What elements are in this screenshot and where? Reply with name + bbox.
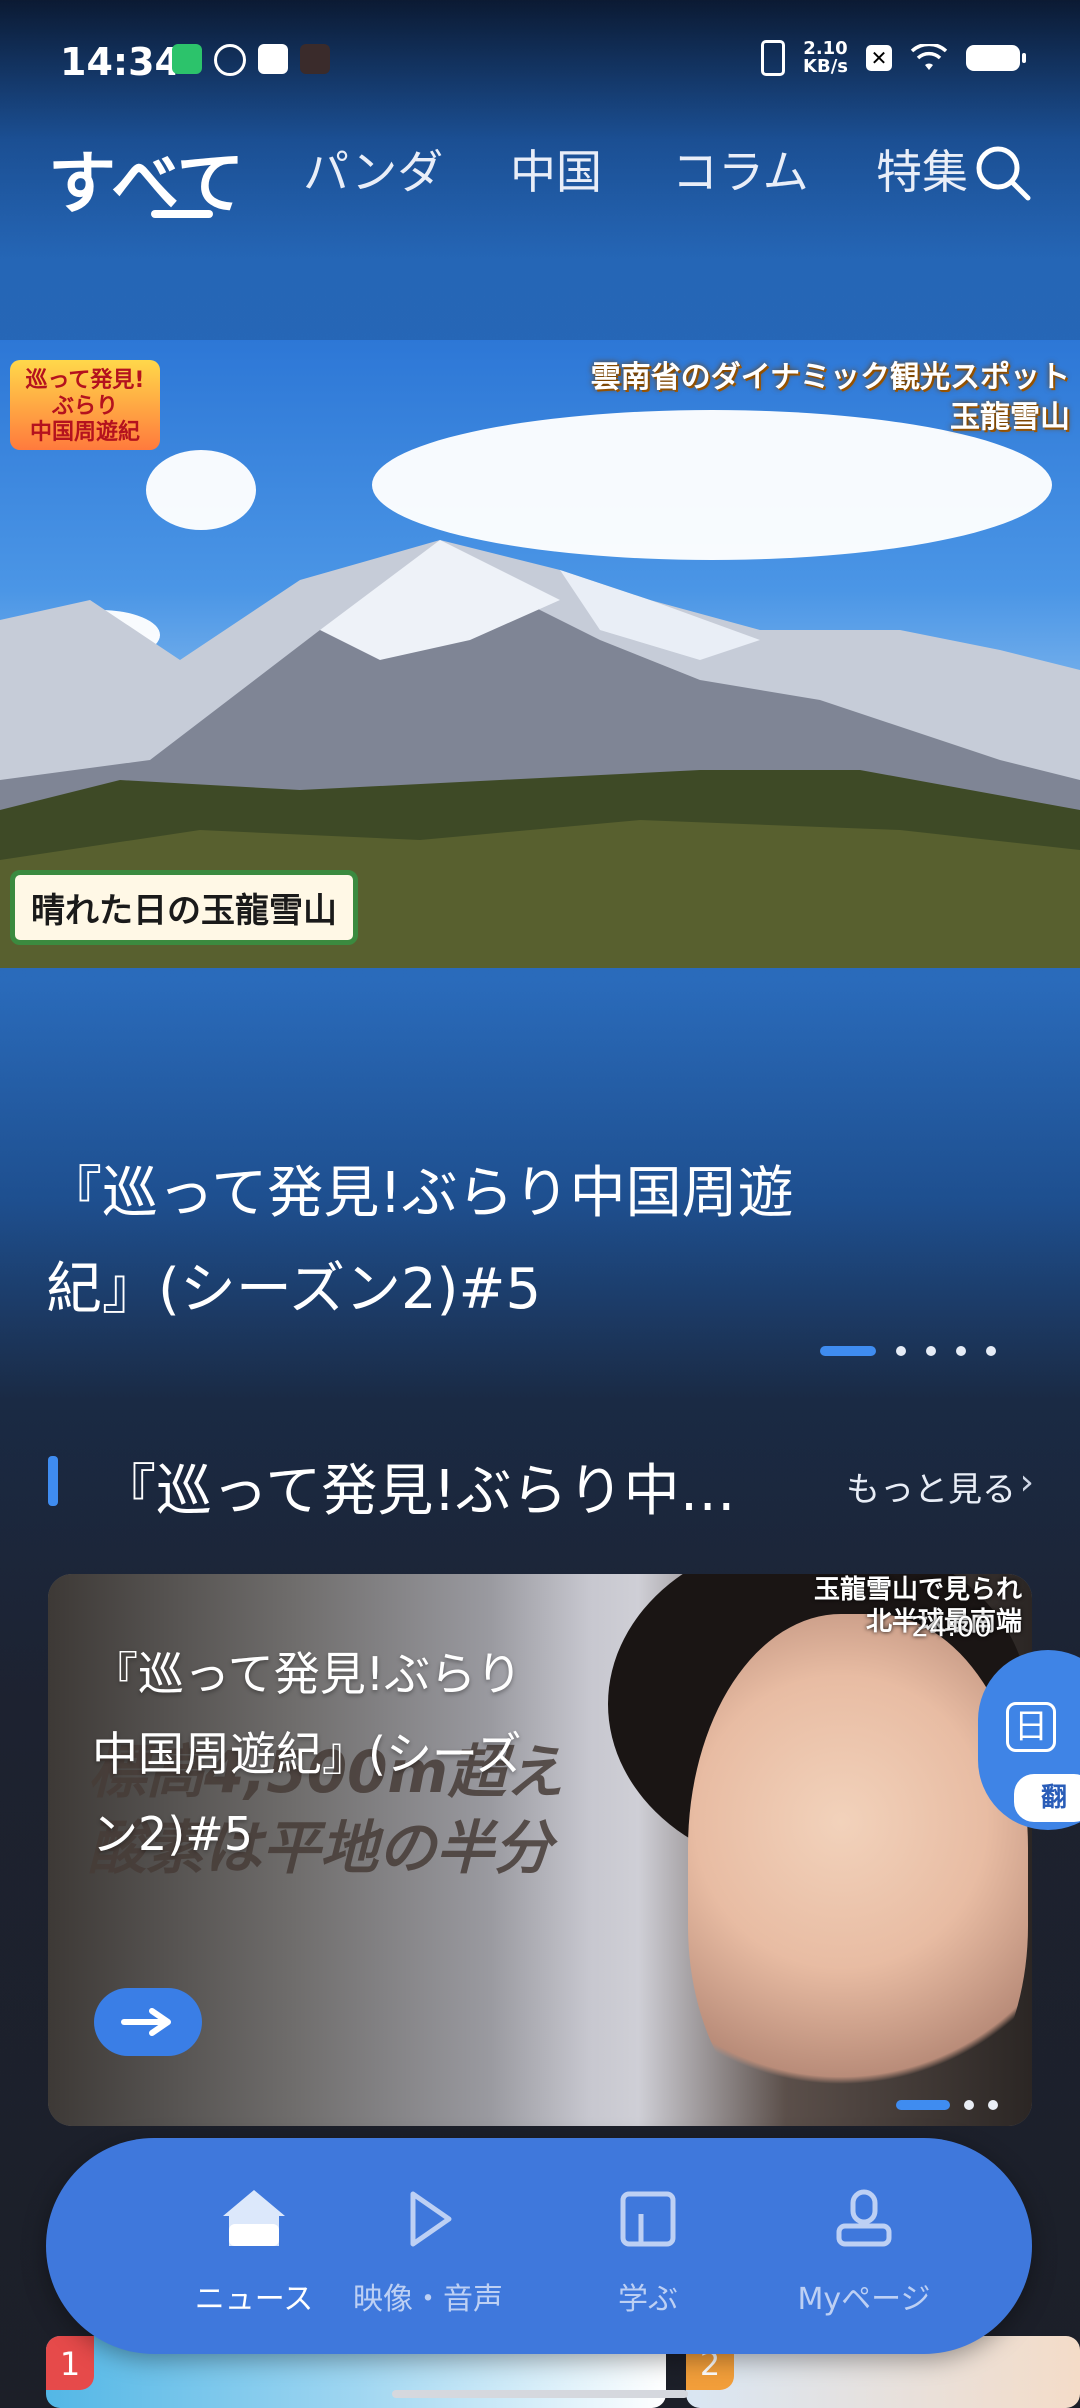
nav-mypage[interactable]: Myページ (769, 2184, 959, 2318)
nav-learn[interactable]: 学ぶ (553, 2184, 743, 2318)
wifi-icon (910, 44, 948, 70)
network-speed-unit: KB/s (803, 56, 848, 77)
pager-dot[interactable] (964, 2100, 974, 2110)
home-icon (223, 2190, 285, 2246)
thumbnail-caption-line: 玉龍雪山で見られ (813, 1575, 1022, 1605)
tab-all[interactable]: すべて (48, 128, 245, 227)
pager-dot[interactable] (926, 1346, 936, 1356)
arrow-right-icon (121, 2008, 171, 2036)
nav-news[interactable]: ニュース (159, 2184, 349, 2318)
translate-icon: 日 (1006, 1702, 1056, 1752)
nav-label: 映像・音声 (353, 2282, 503, 2317)
app-notification-icon (214, 44, 246, 76)
tab-china[interactable]: 中国 (510, 136, 602, 202)
mail-notification-icon (258, 44, 288, 74)
hero-sign: 晴れた日の玉龍雪山 (10, 870, 358, 945)
logo-line: 巡って発見! (25, 368, 145, 393)
notification-icons (172, 44, 330, 76)
app-notification-icon (300, 44, 330, 74)
tab-panda[interactable]: パンダ (303, 136, 443, 202)
battery-icon (966, 45, 1026, 71)
logo-line: 中国周遊紀 (29, 420, 140, 445)
play-arrow-button[interactable] (94, 1988, 202, 2056)
nav-media[interactable]: 映像・音声 (333, 2184, 523, 2318)
tab-special[interactable]: 特集 (876, 136, 968, 202)
home-indicator[interactable] (392, 2390, 688, 2398)
hero-title-line: 『巡って発見!ぶらり中国周遊 (46, 1161, 794, 1226)
section-title: 『巡って発見!ぶらり中… (100, 1459, 736, 1524)
card-title-line: 『巡って発見!ぶらり (92, 1647, 523, 1701)
vibrate-icon (761, 40, 786, 76)
hero-pager (820, 1346, 996, 1356)
search-icon[interactable] (974, 144, 1032, 202)
pager-dot[interactable] (986, 1346, 996, 1356)
x-status-icon: ✕ (866, 45, 892, 71)
play-icon (410, 2191, 452, 2247)
network-speed: 2.10 KB/s (803, 40, 848, 76)
nav-label: 学ぶ (618, 2282, 678, 2317)
more-link[interactable]: もっと見る (846, 1462, 1016, 1511)
card-title: 『巡って発見!ぶらり 中国周遊紀』(シーズ ン2)#5 (92, 1634, 592, 1874)
book-icon (620, 2191, 676, 2247)
logo-line: ぶらり (51, 394, 118, 419)
card-title-line: 中国周遊紀』(シーズ (92, 1727, 522, 1781)
active-tab-indicator (151, 210, 213, 218)
hero-caption: 雲南省のダイナミック観光スポット 玉龍雪山 (591, 358, 1070, 438)
status-time: 14:34 (60, 40, 181, 84)
pager-dot[interactable] (896, 1346, 906, 1356)
nav-label: Myページ (797, 2282, 931, 2317)
user-icon (836, 2189, 892, 2247)
translate-label: 翻 (1014, 1774, 1080, 1822)
pager-dot[interactable] (988, 2100, 998, 2110)
pager-dot-active[interactable] (896, 2100, 950, 2110)
category-tabs: すべて パンダ 中国 コラム 特集 (48, 136, 1028, 226)
system-icons: 2.10 KB/s ✕ (761, 40, 1026, 76)
rank-badge: 1 (46, 2336, 94, 2390)
thumbnail-shape (688, 1614, 1028, 2126)
status-bar: 14:34 2.10 KB/s ✕ (0, 0, 1080, 120)
pager-dot[interactable] (956, 1346, 966, 1356)
video-duration: 24:00 (911, 1610, 992, 1643)
bottom-navigation: ニュース 映像・音声 学ぶ Myページ (46, 2138, 1032, 2354)
card-title-line: ン2)#5 (92, 1807, 254, 1861)
nav-label: ニュース (194, 2282, 314, 2317)
app-notification-icon (172, 44, 202, 74)
video-card[interactable]: 標高4,500m超え 酸素は平地の半分 『巡って発見!ぶらり 中国周遊紀』(シー… (48, 1574, 1032, 2126)
hero-caption-line: 玉龍雪山 (950, 400, 1070, 435)
program-logo: 巡って発見! ぶらり 中国周遊紀 (10, 360, 160, 450)
card-pager (896, 2100, 998, 2110)
hero-caption-line: 雲南省のダイナミック観光スポット (590, 360, 1070, 395)
hero-title[interactable]: 『巡って発見!ぶらり中国周遊 紀』(シーズン2)#5 (46, 1146, 996, 1338)
tab-column[interactable]: コラム (672, 136, 809, 202)
pager-dot-active[interactable] (820, 1346, 876, 1356)
chevron-right-icon[interactable]: › (1020, 1462, 1034, 1503)
section-accent-bar (48, 1456, 58, 1506)
hero-title-line: 紀』(シーズン2)#5 (46, 1257, 542, 1322)
translate-float-button[interactable]: 日 翻 (978, 1650, 1080, 1830)
hero-banner[interactable]: 雲南省のダイナミック観光スポット 玉龍雪山 巡って発見! ぶらり 中国周遊紀 晴… (0, 340, 1080, 968)
